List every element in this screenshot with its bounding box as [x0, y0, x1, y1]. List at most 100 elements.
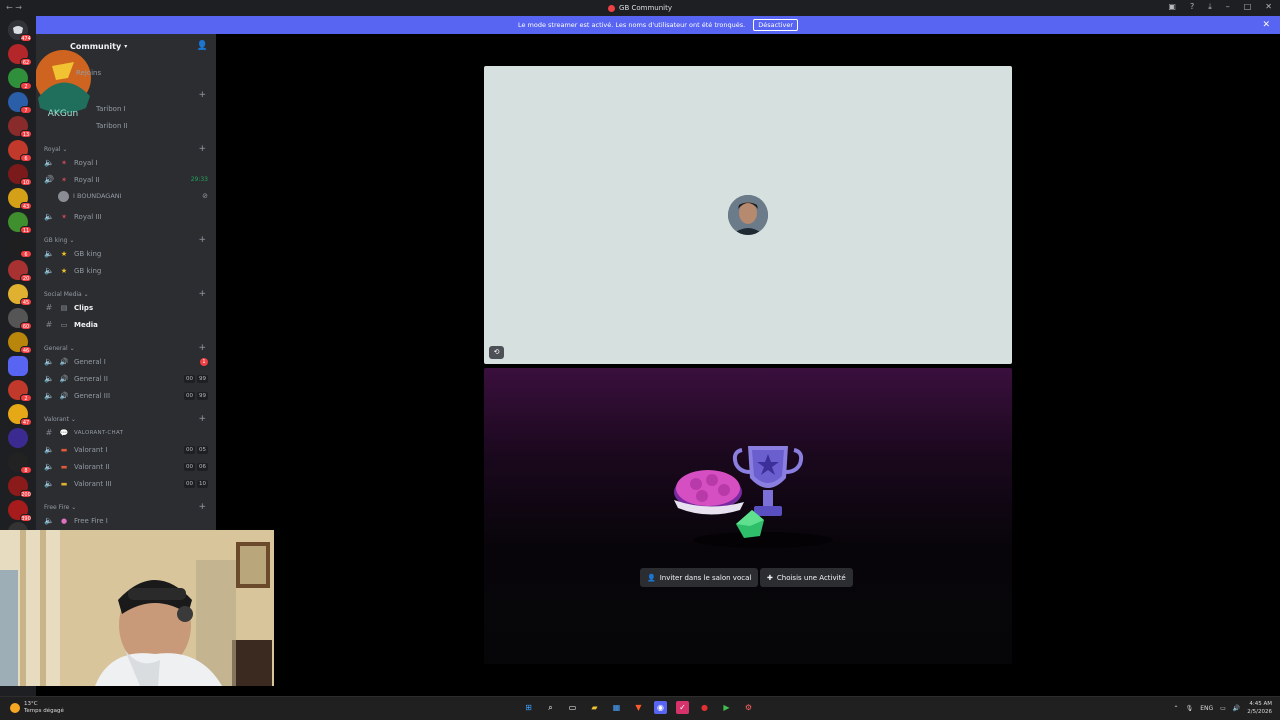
category-gb-king[interactable]: GB king ⌄ + — [44, 236, 206, 245]
channel-general-2[interactable]: 🔈 🔊 General II 00 99 — [44, 371, 208, 386]
server-icon[interactable]: 8 — [8, 452, 32, 474]
help-icon[interactable]: ? — [1190, 2, 1194, 12]
add-channel-icon[interactable]: + — [198, 145, 206, 154]
server-icon[interactable]: 390 — [8, 500, 32, 522]
channel-rejoins[interactable]: Rejoins — [76, 65, 206, 80]
server-badge: 43 — [20, 202, 32, 210]
channel-royal-2[interactable]: 🔊 ✶ Royal II 29:33 — [44, 172, 208, 187]
voice-user-name: I BOUNDAGANI — [73, 192, 122, 200]
server-icon[interactable]: 200 — [8, 476, 32, 498]
brave-browser-icon[interactable]: ▼ — [632, 701, 645, 714]
language-indicator[interactable]: ENG — [1200, 705, 1213, 712]
server-icon[interactable]: 43 — [8, 188, 32, 210]
server-icon[interactable]: 45 — [8, 284, 32, 306]
channel-taribon-1[interactable]: Taribon I — [96, 101, 206, 116]
weather-widget[interactable]: 13°C Temps dégagé — [10, 701, 64, 715]
server-icon[interactable]: 7 — [8, 92, 32, 114]
channel-media[interactable]: # ▭ Media — [44, 317, 208, 332]
server-icon[interactable]: 62 — [8, 44, 32, 66]
clock[interactable]: 4:45 AM 2/5/2026 — [1247, 700, 1272, 716]
discord-icon[interactable]: ◉ — [654, 701, 667, 714]
channel-clips[interactable]: # ▤ Clips — [44, 300, 208, 315]
category-free-fire[interactable]: Free Fire ⌄ + — [44, 503, 206, 512]
play-icon[interactable]: ▶ — [720, 701, 733, 714]
channel-general-1[interactable]: 🔈 🔊 General I 1 — [44, 354, 208, 369]
user-limit: 00 06 — [184, 462, 208, 471]
channel-sidebar: AKGun Community ▾ 👤 Rejoins + Taribon I … — [36, 34, 216, 530]
channel-free-fire-1[interactable]: 🔈 ● Free Fire I — [44, 513, 208, 528]
category-valorant[interactable]: Valorant ⌄ + — [44, 415, 206, 424]
activity-icon[interactable]: ⟲ — [489, 346, 504, 359]
server-icon[interactable]: 20 — [8, 260, 32, 282]
maximize-button[interactable]: □ — [1244, 2, 1252, 12]
server-icon[interactable]: 47 — [8, 404, 32, 426]
start-icon[interactable]: ⊞ — [522, 701, 535, 714]
category-social-media[interactable]: Social Media ⌄ + — [44, 290, 206, 299]
channel-name: Valorant II — [74, 462, 110, 471]
add-channel-icon[interactable]: + — [198, 415, 206, 424]
channel-valorant-2[interactable]: 🔈 ▬ Valorant II 00 06 — [44, 459, 208, 474]
star-icon: ★ — [60, 249, 68, 258]
add-member-icon[interactable]: 👤 — [197, 41, 208, 51]
app-icon[interactable]: ✓ — [676, 701, 689, 714]
app-icon — [608, 4, 616, 12]
server-icon[interactable]: 10 — [8, 164, 32, 186]
banner-message: Le mode streamer est activé. Les noms d'… — [517, 21, 746, 29]
date: 2/5/2026 — [1247, 709, 1272, 715]
search-icon[interactable]: ⌕ — [544, 701, 557, 714]
channel-valorant-1[interactable]: 🔈 ▬ Valorant I 00 05 — [44, 442, 208, 457]
inbox-icon[interactable]: ▣ — [1168, 2, 1176, 12]
display-icon[interactable]: ▭ — [1220, 705, 1226, 712]
server-icon[interactable]: 11 — [8, 212, 32, 234]
mic-icon[interactable]: 🎙 — [1186, 705, 1194, 712]
close-window-button[interactable]: ✕ — [1265, 2, 1272, 12]
server-icon[interactable]: 6 — [8, 236, 32, 258]
server-badge: 46 — [20, 346, 32, 354]
minimize-button[interactable]: – — [1226, 2, 1230, 12]
channel-valorant-chat[interactable]: # 💬 valorant-chat — [44, 425, 208, 440]
recorder-icon[interactable]: ● — [698, 701, 711, 714]
call-timer: 29:33 — [190, 176, 208, 183]
channel-name: Media — [74, 320, 98, 329]
channel-gb-king-1[interactable]: 🔈 ★ GB king — [44, 246, 208, 261]
category-unnamed[interactable]: + — [44, 91, 206, 100]
direct-messages-icon[interactable]: 474 — [8, 20, 32, 42]
invite-voice-button[interactable]: 👤 Inviter dans le salon vocal — [640, 568, 759, 587]
channel-taribon-2[interactable]: Taribon II — [96, 118, 206, 133]
channel-general-3[interactable]: 🔈 🔊 General III 00 99 — [44, 388, 208, 403]
nav-arrows-icon[interactable]: ← → — [6, 3, 22, 12]
add-channel-icon[interactable]: + — [198, 91, 206, 100]
server-icon[interactable]: 2 — [8, 68, 32, 90]
file-explorer-icon[interactable]: ▰ — [588, 701, 601, 714]
volume-icon[interactable]: 🔊 — [1233, 705, 1240, 712]
server-icon[interactable] — [8, 428, 28, 448]
store-icon[interactable]: ▦ — [610, 701, 623, 714]
chevron-up-icon[interactable]: ⌃ — [1174, 705, 1179, 712]
disable-streamer-button[interactable]: Désactiver — [753, 19, 799, 31]
add-channel-icon[interactable]: + — [198, 236, 206, 245]
channel-royal-3[interactable]: 🔈 ✶ Royal III — [44, 209, 208, 224]
close-banner-icon[interactable]: ✕ — [1262, 20, 1270, 30]
server-icon[interactable]: 2 — [8, 380, 32, 402]
server-header[interactable]: Community ▾ 👤 — [36, 34, 216, 58]
add-channel-icon[interactable]: + — [198, 344, 206, 353]
category-royal[interactable]: Royal ⌄ + — [44, 145, 206, 154]
channel-gb-king-2[interactable]: 🔈 ★ GB king — [44, 263, 208, 278]
server-icon[interactable]: 60 — [8, 308, 32, 330]
server-icon[interactable]: 13 — [8, 116, 32, 138]
server-icon[interactable]: 6 — [8, 140, 32, 162]
video-tile[interactable]: ⟲ — [484, 66, 1012, 364]
folder-icon[interactable] — [8, 356, 28, 376]
settings-icon[interactable]: ⚙ — [742, 701, 755, 714]
task-view-icon[interactable]: ▭ — [566, 701, 579, 714]
server-icon[interactable]: 46 — [8, 332, 32, 354]
category-general[interactable]: General ⌄ + — [44, 344, 206, 353]
add-channel-icon[interactable]: + — [198, 503, 206, 512]
voice-user[interactable]: I BOUNDAGANI ⊘ — [58, 189, 208, 203]
download-icon[interactable]: ⤓ — [1208, 2, 1212, 12]
channel-royal-1[interactable]: 🔈 ✶ Royal I — [44, 155, 208, 170]
choose-activity-button[interactable]: ✚ Choisis une Activité — [760, 568, 853, 587]
channel-valorant-3[interactable]: 🔈 ▬ Valorant III 00 10 — [44, 476, 208, 491]
add-channel-icon[interactable]: + — [198, 290, 206, 299]
channel-name: GB king — [74, 249, 102, 258]
